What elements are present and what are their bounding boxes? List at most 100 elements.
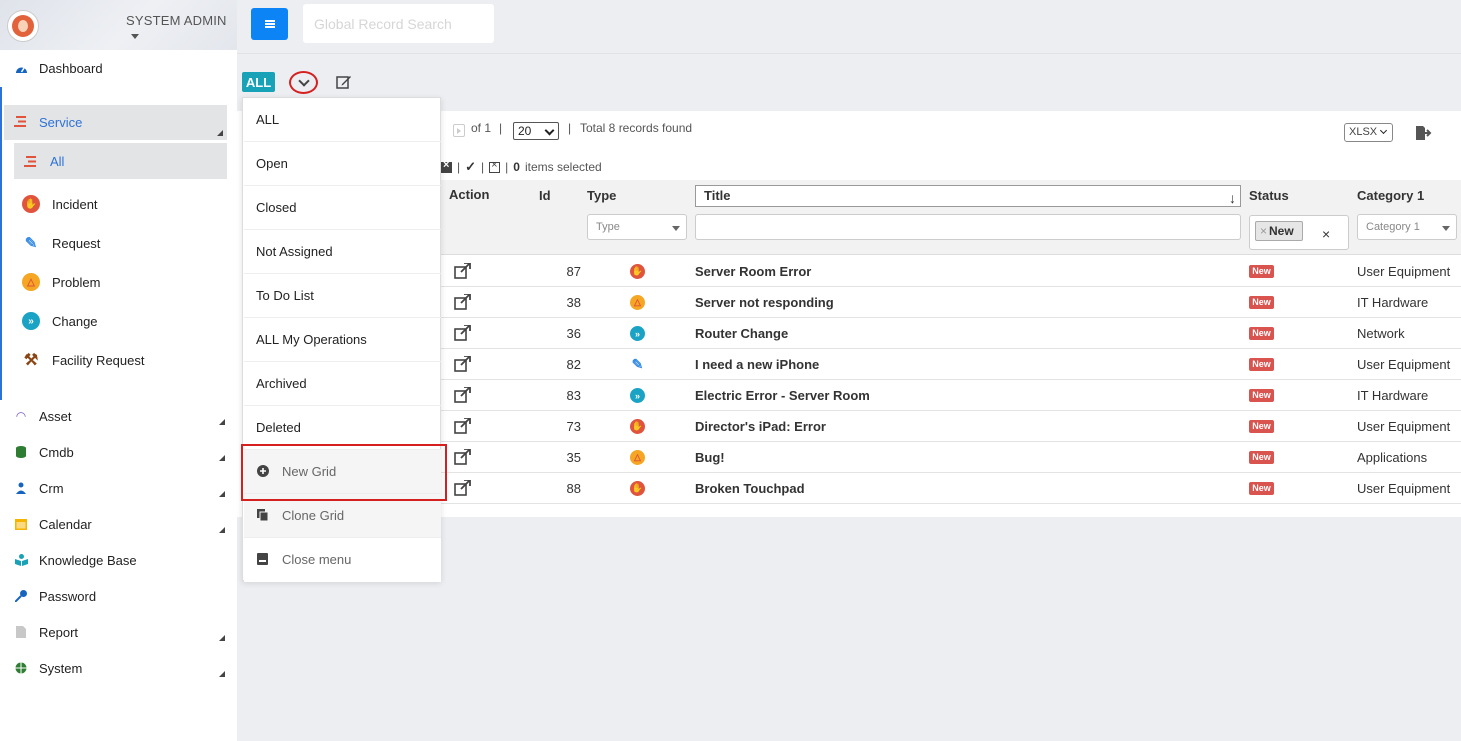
row-category: User Equipment — [1357, 481, 1451, 496]
sidebar-item-service[interactable]: Service — [4, 105, 227, 140]
table-row[interactable]: 36 » Router Change New Network — [441, 318, 1461, 349]
sidebar-item-knowledge-base[interactable]: Knowledge Base — [0, 545, 237, 575]
column-header-title[interactable]: Title ↓ — [695, 185, 1241, 207]
next-page-button[interactable] — [453, 124, 465, 137]
sidebar-item-all[interactable]: All — [14, 143, 227, 179]
open-record-icon[interactable] — [454, 325, 471, 341]
clear-selection-icon[interactable] — [489, 159, 501, 173]
export-icon[interactable] — [1416, 126, 1432, 140]
clear-filter-icon[interactable]: × — [1322, 226, 1330, 242]
row-id: 38 — [566, 295, 581, 310]
column-header-type[interactable]: Type — [587, 188, 616, 203]
sidebar-item-crm[interactable]: Crm — [0, 473, 237, 503]
open-record-icon[interactable] — [454, 387, 471, 403]
sidebar-item-label: Cmdb — [39, 444, 74, 460]
table-row[interactable]: 82 ✎ I need a new iPhone New User Equipment — [441, 349, 1461, 380]
column-header-id[interactable]: Id — [539, 188, 551, 203]
table-row[interactable]: 88 ✋ Broken Touchpad New User Equipment — [441, 473, 1461, 504]
sidebar-item-request[interactable]: ✎ Request — [22, 228, 101, 258]
global-search-input[interactable] — [303, 4, 494, 43]
sidebar-item-label: Report — [39, 624, 79, 640]
sidebar-item-password[interactable]: Password — [0, 581, 237, 611]
page-size-select[interactable]: 20 — [513, 122, 559, 140]
status-badge: New — [1249, 482, 1274, 495]
menu-item-all[interactable]: ALL — [244, 98, 441, 142]
sidebar-item-change[interactable]: » Change — [22, 306, 98, 336]
total-records: Total 8 records found — [580, 121, 693, 135]
edit-icon[interactable] — [336, 74, 352, 90]
expand-icon — [217, 130, 223, 136]
menu-item-not-assigned[interactable]: Not Assigned — [244, 230, 441, 274]
menu-item-archived[interactable]: Archived — [244, 362, 441, 406]
row-title[interactable]: I need a new iPhone — [695, 357, 819, 372]
row-category: IT Hardware — [1357, 388, 1429, 403]
row-title[interactable]: Server Room Error — [695, 264, 811, 279]
category-filter-select[interactable]: Category 1 — [1357, 214, 1457, 240]
row-title[interactable]: Electric Error - Server Room — [695, 388, 870, 403]
column-header-title-label: Title — [704, 188, 731, 203]
sidebar-item-label: Change — [52, 313, 98, 329]
open-record-icon[interactable] — [454, 294, 471, 310]
view-dropdown-toggle[interactable] — [289, 71, 318, 94]
sidebar-item-system[interactable]: System — [0, 653, 237, 683]
sidebar-item-asset[interactable]: ◠ Asset — [0, 401, 237, 431]
key-icon — [14, 589, 28, 603]
row-title[interactable]: Director's iPad: Error — [695, 419, 826, 434]
sidebar-item-incident[interactable]: ✋ Incident — [22, 189, 98, 219]
sidebar-item-facility-request[interactable]: ⚒ Facility Request — [22, 345, 145, 375]
sidebar-item-cmdb[interactable]: Cmdb — [0, 437, 237, 467]
deselect-all-icon[interactable] — [441, 159, 452, 173]
column-header-category[interactable]: Category 1 — [1357, 188, 1424, 203]
request-icon: ✎ — [631, 356, 644, 372]
row-id: 87 — [566, 264, 581, 279]
table-row[interactable]: 83 » Electric Error - Server Room New IT Har… — [441, 380, 1461, 411]
menu-item-label: Clone Grid — [282, 508, 345, 523]
open-record-icon[interactable] — [454, 418, 471, 434]
separator: | — [457, 160, 461, 174]
sidebar-item-report[interactable]: Report — [0, 617, 237, 647]
expand-icon — [219, 527, 225, 533]
row-title[interactable]: Bug! — [695, 450, 725, 465]
menu-item-close-menu[interactable]: Close menu — [244, 538, 441, 582]
status-badge: New — [1249, 296, 1274, 309]
table-row[interactable]: 35 △ Bug! New Applications — [441, 442, 1461, 473]
menu-item-open[interactable]: Open — [244, 142, 441, 186]
menu-item-all-my-operations[interactable]: ALL My Operations — [244, 318, 441, 362]
table-row[interactable]: 87 ✋ Server Room Error New User Equipment — [441, 256, 1461, 287]
export-format-select[interactable]: XLSX — [1344, 123, 1393, 142]
status-badge: New — [1249, 265, 1274, 278]
status-filter-chip[interactable]: × New — [1255, 221, 1303, 241]
open-record-icon[interactable] — [454, 263, 471, 279]
export-format-value: XLSX — [1349, 126, 1378, 138]
title-filter-input[interactable] — [695, 214, 1241, 240]
type-filter-select[interactable]: Type — [587, 214, 687, 240]
select-all-icon[interactable]: ✓ — [465, 159, 476, 175]
table-row[interactable]: 38 △ Server not responding New IT Hardware — [441, 287, 1461, 318]
sidebar-item-problem[interactable]: △ Problem — [22, 267, 100, 297]
user-menu[interactable]: SYSTEM ADMIN — [126, 13, 237, 43]
sidebar-item-label: Dashboard — [39, 60, 103, 76]
row-title[interactable]: Broken Touchpad — [695, 481, 805, 496]
open-record-icon[interactable] — [454, 449, 471, 465]
row-title[interactable]: Server not responding — [695, 295, 834, 310]
sidebar-item-calendar[interactable]: Calendar — [0, 509, 237, 539]
row-title[interactable]: Router Change — [695, 326, 788, 341]
menu-item-to-do-list[interactable]: To Do List — [244, 274, 441, 318]
sidebar-header: SYSTEM ADMIN — [0, 0, 237, 50]
open-record-icon[interactable] — [454, 480, 471, 496]
remove-chip-icon[interactable]: × — [1260, 224, 1267, 238]
row-category: IT Hardware — [1357, 295, 1429, 310]
status-badge: New — [1249, 389, 1274, 402]
list-icon — [14, 115, 28, 130]
table-row[interactable]: 73 ✋ Director's iPad: Error New User Equipme… — [441, 411, 1461, 442]
open-record-icon[interactable] — [454, 356, 471, 372]
view-all-badge[interactable]: ALL — [242, 72, 275, 92]
sidebar-item-label: Knowledge Base — [39, 552, 137, 568]
menu-toggle-button[interactable] — [251, 8, 288, 40]
sidebar-item-dashboard[interactable]: Dashboard — [0, 53, 237, 83]
avatar[interactable] — [7, 10, 39, 42]
menu-item-closed[interactable]: Closed — [244, 186, 441, 230]
problem-icon: △ — [22, 273, 40, 291]
change-icon: » — [630, 326, 645, 341]
column-header-status[interactable]: Status — [1249, 188, 1289, 203]
